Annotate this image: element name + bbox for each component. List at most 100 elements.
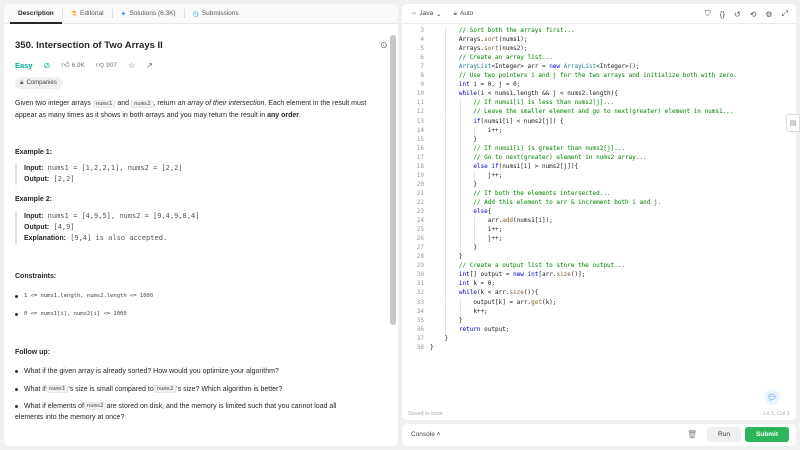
indent-guide: [474, 226, 476, 236]
indent-guide: [459, 144, 461, 154]
input-value: nums1 = [1,2,2,1], nums2 = [2,2]: [47, 164, 183, 172]
code-line: else{: [473, 208, 491, 215]
line-number: 28: [416, 253, 424, 261]
code-token: else if: [473, 162, 499, 170]
text: . Each element in the result must: [264, 100, 367, 107]
tab-label: Submissions: [201, 10, 239, 17]
code-token: // If nums1[i] is less than nums2[j]...: [473, 99, 615, 107]
code-line: // If nums1[i] is greater than nums2[j].…: [473, 145, 625, 152]
code-token: i++;: [487, 226, 503, 234]
code-token: [arr.: [538, 271, 557, 279]
code-line: }: [473, 244, 477, 251]
line-number: 20: [416, 180, 424, 188]
like-button[interactable]: 👍︎ 6.9K: [61, 60, 85, 70]
tab-description[interactable]: Description: [10, 4, 62, 24]
code-token: (k < arr.: [476, 289, 510, 297]
options-icon[interactable]: ⊙: [380, 40, 388, 51]
indent-guide: [459, 298, 461, 308]
line-number: 34: [416, 307, 424, 315]
dislike-button[interactable]: 👎︎ 907: [96, 60, 117, 70]
reset-icon[interactable]: ↺: [734, 10, 741, 19]
line-number: 11: [416, 99, 424, 107]
code-token: new int: [513, 271, 539, 279]
indent-guide: [445, 325, 447, 335]
code-token: k++;: [473, 307, 488, 315]
code-token: }: [458, 253, 463, 261]
inline-code: nums1: [45, 385, 69, 393]
tab-editorial[interactable]: ⚗ Editorial: [63, 4, 112, 24]
language-selector[interactable]: ‹› Java ⌄: [412, 10, 442, 18]
cursor-position: Ln 1, Col 1: [763, 411, 790, 417]
code-token: [] output =: [469, 271, 514, 279]
tab-submissions[interactable]: ◷ Submissions: [185, 4, 247, 24]
code-token: ()];: [570, 271, 586, 279]
code-token: size: [556, 271, 571, 279]
indent-guide: [445, 72, 447, 82]
saved-status: Saved to local: [408, 411, 443, 417]
indent-guide: [459, 108, 461, 118]
indent-guide: [445, 36, 447, 46]
indent-guide: [445, 45, 447, 55]
code-token: new: [549, 63, 564, 71]
indent-guide: [445, 144, 447, 154]
code-token: }: [473, 135, 477, 143]
line-number: 35: [416, 316, 424, 324]
panel-resize-handle[interactable]: ⋮: [399, 208, 405, 220]
emphasis-text: an array of their intersection: [177, 100, 265, 107]
tab-solutions[interactable]: ✦ Solutions (6.3K): [113, 4, 184, 24]
star-icon[interactable]: ☆: [128, 61, 135, 70]
code-token: sort: [484, 36, 499, 44]
problem-meta: Easy ⊘ 👍︎ 6.9K 👎︎ 907 ☆ ↗: [15, 60, 153, 70]
line-number: 18: [416, 162, 424, 170]
history-icon[interactable]: ⟲: [750, 10, 757, 19]
indent-guide: [474, 171, 476, 181]
code-token: j++;: [487, 171, 503, 179]
indent-guide: [445, 307, 447, 317]
console-toggle[interactable]: Console ˄: [411, 431, 440, 438]
constraint-text: 1 <= nums1.length, nums2.length <= 1000: [24, 293, 154, 299]
code-token: i++;: [487, 126, 503, 134]
submit-button[interactable]: Submit: [745, 427, 789, 442]
bullet-dot: [15, 370, 18, 373]
input-value: nums1 = [4,9,5], nums2 = [9,4,9,8,4]: [47, 212, 200, 220]
code-line: }: [459, 253, 463, 260]
share-icon[interactable]: ↗: [146, 61, 153, 70]
code-token: }: [444, 334, 449, 342]
trash-icon[interactable]: 🗑︎: [687, 430, 697, 439]
text: Given two integer arrays: [15, 100, 93, 107]
fullscreen-icon[interactable]: ⤢: [782, 9, 788, 19]
thumbs-up-icon: 👍︎: [61, 60, 70, 69]
indent-guide: [445, 90, 447, 100]
description-scrollbar[interactable]: [390, 35, 396, 325]
code-line: }: [473, 181, 477, 188]
indent-guide: [445, 235, 447, 245]
companies-tag[interactable]: 🔒︎ Companies: [15, 77, 63, 89]
mode-selector[interactable]: 🔒︎ Auto: [454, 10, 474, 18]
line-number: 24: [416, 217, 424, 225]
line-number: 5: [420, 45, 424, 53]
code-token: output[k] = arr.: [473, 298, 532, 306]
indent-guide: [459, 135, 461, 145]
line-number: 14: [416, 126, 424, 134]
code-token: return: [458, 325, 485, 333]
line-number: 21: [416, 189, 424, 197]
bullet-dot: [15, 312, 18, 316]
line-number: 13: [416, 117, 424, 125]
line-number: 38: [416, 343, 424, 351]
braces-icon[interactable]: {}: [720, 10, 725, 19]
bookmark-icon[interactable]: ⛉: [705, 9, 711, 19]
indent-guide: [459, 235, 461, 245]
code-token: else: [473, 208, 488, 215]
notes-icon[interactable]: ▤: [786, 114, 800, 132]
run-button[interactable]: Run: [707, 427, 741, 442]
problem-title: 350. Intersection of Two Arrays II: [15, 40, 163, 51]
indent-guide: [445, 189, 447, 199]
indent-guide: [445, 226, 447, 236]
indent-guide: [445, 108, 447, 118]
chat-icon[interactable]: 💬︎: [764, 389, 780, 405]
code-token: (nums1[i]);: [513, 217, 553, 225]
line-number: 25: [416, 226, 424, 234]
indent-guide: [459, 189, 461, 199]
indent-guide: [459, 198, 461, 208]
settings-icon[interactable]: ⚙: [765, 10, 772, 19]
